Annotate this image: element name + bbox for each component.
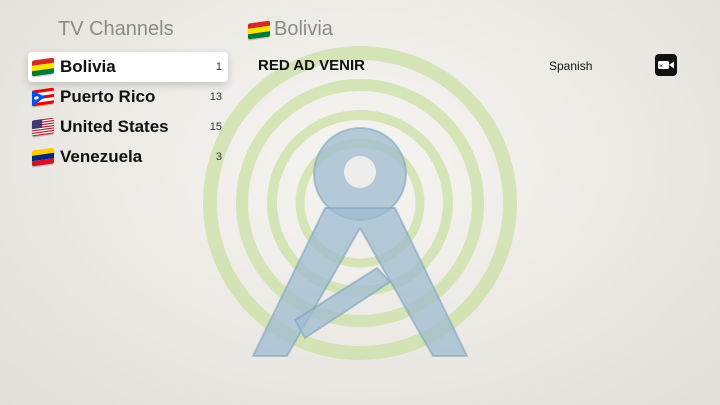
channel-row[interactable]: RED AD VENIR Spanish ✕ [258, 54, 678, 77]
channel-count: 3 [215, 151, 222, 163]
bolivia-flag-icon [248, 19, 270, 40]
puerto-rico-flag-icon [32, 87, 54, 107]
page-title: TV Channels [58, 18, 174, 40]
channel-count: 1 [215, 61, 222, 73]
channel-count: 13 [209, 91, 222, 103]
country-name: United States [60, 117, 169, 136]
venezuela-flag-icon [32, 147, 54, 167]
country-list: Bolivia 1 Puerto Rico 13 United States 1… [28, 52, 228, 172]
country-name: Puerto Rico [60, 87, 156, 106]
country-item-venezuela[interactable]: Venezuela 3 [28, 142, 228, 172]
country-name: Venezuela [60, 147, 143, 166]
country-item-puerto-rico[interactable]: Puerto Rico 13 [28, 82, 228, 112]
united-states-flag-icon [32, 117, 54, 137]
selected-country-title: Bolivia [274, 18, 333, 40]
country-item-united-states[interactable]: United States 15 [28, 112, 228, 142]
svg-text:✕: ✕ [659, 64, 663, 70]
channel-language: Spanish [549, 59, 593, 73]
channel-name: RED AD VENIR [258, 57, 365, 74]
country-item-bolivia[interactable]: Bolivia 1 [28, 52, 228, 82]
channel-count: 15 [209, 121, 222, 133]
video-camera-icon[interactable]: ✕ [655, 54, 677, 76]
bolivia-flag-icon [32, 57, 54, 77]
broadcast-tower-illustration [203, 46, 517, 360]
selected-country-header: Bolivia [248, 18, 333, 41]
country-name: Bolivia [60, 57, 116, 76]
